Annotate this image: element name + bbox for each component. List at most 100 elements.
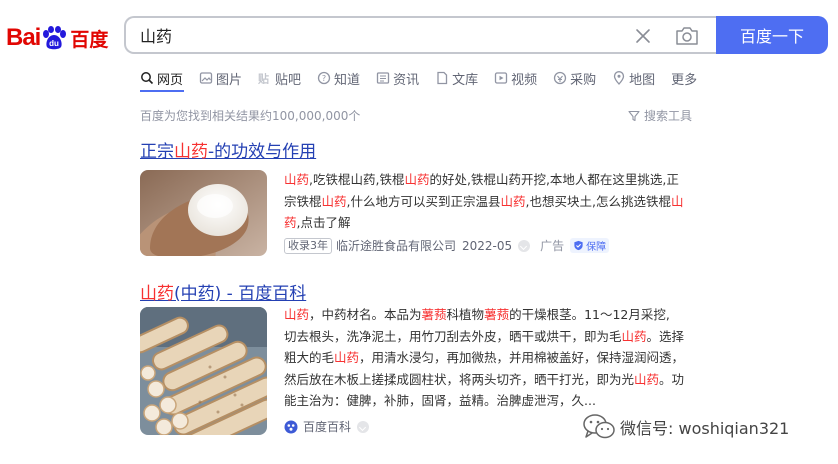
svg-text:?: ? <box>322 74 326 83</box>
video-icon <box>494 72 508 84</box>
search-button[interactable]: 百度一下 <box>716 16 828 54</box>
baidu-search-page: Bai du 百度 百度一下 网页 <box>0 0 838 464</box>
search-tabs: 网页 图片 贴 贴吧 ? 知道 资讯 文库 视频 采购 地图 更多 <box>140 68 713 88</box>
txt: ，中药材名。本品为 <box>309 307 422 322</box>
result-thumbnail-yam-peeled[interactable] <box>140 170 267 256</box>
tab-video[interactable]: 视频 <box>494 69 537 88</box>
hl: 薯蓣 <box>484 307 510 322</box>
abstract-line: 能主治为：健脾，补肺，固肾，益精。治脾虚泄泻，久... <box>284 390 704 412</box>
search-icon <box>141 72 154 85</box>
shield-check-icon <box>574 240 583 251</box>
abstract-line: 然后放在木板上搓揉成圆柱状，将两头切齐，晒干打光，即为光山药。功 <box>284 369 704 391</box>
hl: 山药 <box>500 193 526 209</box>
abstract-line: 药,点击了解 <box>284 212 704 234</box>
abstract-line: 山药,吃铁棍山药,铁棍山药的好处,铁棍山药开挖,本地人都在这里挑选,正 <box>284 169 704 191</box>
tab-label: 资讯 <box>393 72 420 88</box>
document-icon <box>437 71 448 85</box>
search-box <box>124 16 718 54</box>
tab-label: 地图 <box>629 72 656 88</box>
baidu-logo[interactable]: Bai du 百度 <box>6 20 108 56</box>
tab-label: 贴吧 <box>275 72 302 88</box>
abstract-line: 粗大的毛山药，用清水浸匀，再加微热，并用棉被盖好，保持湿润闷透， <box>284 347 704 369</box>
baike-icon <box>284 420 298 433</box>
result-abstract: 山药，中药材名。本品为薯蓣科植物薯蓣的干燥根茎。11～12月采挖, 切去根头，洗… <box>284 304 704 412</box>
txt: 粗大的毛 <box>284 350 335 365</box>
image-icon <box>199 72 213 84</box>
hl: 山药 <box>334 350 360 365</box>
abstract-line: 切去根头，洗净泥土，用竹刀刮去外皮，晒干或烘干，即为毛山药。选择 <box>284 326 704 348</box>
hl: 山药 <box>404 172 430 187</box>
tab-tieba[interactable]: 贴 贴吧 <box>258 69 301 88</box>
tab-wenku[interactable]: 文库 <box>435 69 478 88</box>
txt: ,什么地方可以买到正宗温县 <box>346 193 501 209</box>
tab-purchase[interactable]: 采购 <box>553 69 596 88</box>
svg-text:贴: 贴 <box>258 72 269 86</box>
search-tools-button[interactable]: 搜索工具 <box>628 107 692 124</box>
search-input[interactable] <box>140 25 600 45</box>
tab-label: 视频 <box>511 72 538 88</box>
title-text: 正宗 <box>140 142 174 162</box>
source-name[interactable]: 百度百科 <box>303 418 351 435</box>
search-tools-label: 搜索工具 <box>644 109 693 123</box>
verified-icon[interactable] <box>518 239 531 252</box>
hl: 药 <box>284 215 297 230</box>
camera-icon[interactable] <box>674 24 700 48</box>
txt: 科植物 <box>446 307 485 322</box>
tab-label: 文库 <box>452 72 479 88</box>
source-name[interactable]: 临沂途胜食品有限公司 <box>336 237 456 254</box>
tab-label: 网页 <box>157 72 184 88</box>
txt: 然后放在木板上搓揉成圆柱状，将两头切齐，晒干打光，即为光 <box>284 371 635 387</box>
abstract-line: 宗铁棍山药,什么地方可以买到正宗温县山药,也想买块土,怎么挑选铁棍山 <box>284 191 704 213</box>
hl: 山药 <box>621 328 647 344</box>
hl: 山药 <box>634 371 660 387</box>
search-result-2: 山药(中药) - 百度百科 <box>140 279 306 304</box>
clear-icon[interactable] <box>632 25 654 47</box>
txt: 。选择 <box>646 328 685 344</box>
question-icon: ? <box>317 71 331 85</box>
hl: 山药 <box>284 307 310 322</box>
filter-icon <box>628 110 640 121</box>
guarantee-badge[interactable]: 保障 <box>570 238 610 253</box>
active-tab-indicator <box>140 90 184 92</box>
txt: 切去根头，洗净泥土，用竹刀刮去外皮，晒干或烘干，即为毛 <box>284 328 622 344</box>
tab-zhidao[interactable]: ? 知道 <box>317 69 360 88</box>
result-thumbnail-dried-yam[interactable] <box>140 307 267 435</box>
result-title-link[interactable]: 正宗山药-的功效与作用 <box>140 137 316 162</box>
watermark-text: 微信号: woshiqian321 <box>620 419 790 438</box>
title-text: (中药) - 百度百科 <box>174 284 307 304</box>
wechat-icon <box>583 414 615 439</box>
txt: ,也想买块土,怎么挑选铁棍 <box>525 193 671 209</box>
hl: 山 <box>670 193 684 209</box>
news-icon <box>376 72 390 84</box>
tab-web[interactable]: 网页 <box>140 69 183 88</box>
indexed-badge: 收录3年 <box>284 237 332 254</box>
tab-map[interactable]: 地图 <box>612 69 655 88</box>
result-meta: 收录3年 临沂途胜食品有限公司 2022-05 广告 保障 <box>284 237 610 254</box>
date: 2022-05 <box>462 238 513 253</box>
txt: 的好处,铁棍山药开挖,本地人都在这里挑选,正 <box>429 172 679 187</box>
svg-text:du: du <box>49 39 59 48</box>
ad-label: 广告 <box>540 239 565 253</box>
tab-news[interactable]: 资讯 <box>376 69 419 88</box>
tab-images[interactable]: 图片 <box>199 69 242 88</box>
txt: ，用清水浸匀，再加微热，并用棉被盖好，保持湿润闷透， <box>359 350 685 365</box>
search-result-1: 正宗山药-的功效与作用 <box>140 137 316 162</box>
tab-label: 知道 <box>334 72 361 88</box>
guarantee-label: 保障 <box>586 242 607 253</box>
tab-more[interactable]: 更多 <box>671 69 697 88</box>
result-count: 百度为您找到相关结果约100,000,000个 <box>140 109 361 123</box>
txt: 的干燥根茎。11～12月采挖, <box>509 307 670 322</box>
abstract-line: 山药，中药材名。本品为薯蓣科植物薯蓣的干燥根茎。11～12月采挖, <box>284 304 704 326</box>
verified-icon[interactable] <box>357 420 370 433</box>
title-highlight: 山药 <box>140 284 174 304</box>
hl: 山药 <box>321 193 347 209</box>
hl: 薯蓣 <box>421 307 447 322</box>
wechat-watermark: 微信号: woshiqian321 <box>582 412 789 442</box>
logo-text-bai: Bai <box>6 24 41 51</box>
result-title-link[interactable]: 山药(中药) - 百度百科 <box>140 279 306 304</box>
tab-label: 更多 <box>671 72 698 88</box>
tab-label: 采购 <box>570 72 597 88</box>
result-abstract: 山药,吃铁棍山药,铁棍山药的好处,铁棍山药开挖,本地人都在这里挑选,正 宗铁棍山… <box>284 169 704 234</box>
map-pin-icon <box>613 71 625 85</box>
logo-text-baidu-cn: 百度 <box>70 28 109 51</box>
